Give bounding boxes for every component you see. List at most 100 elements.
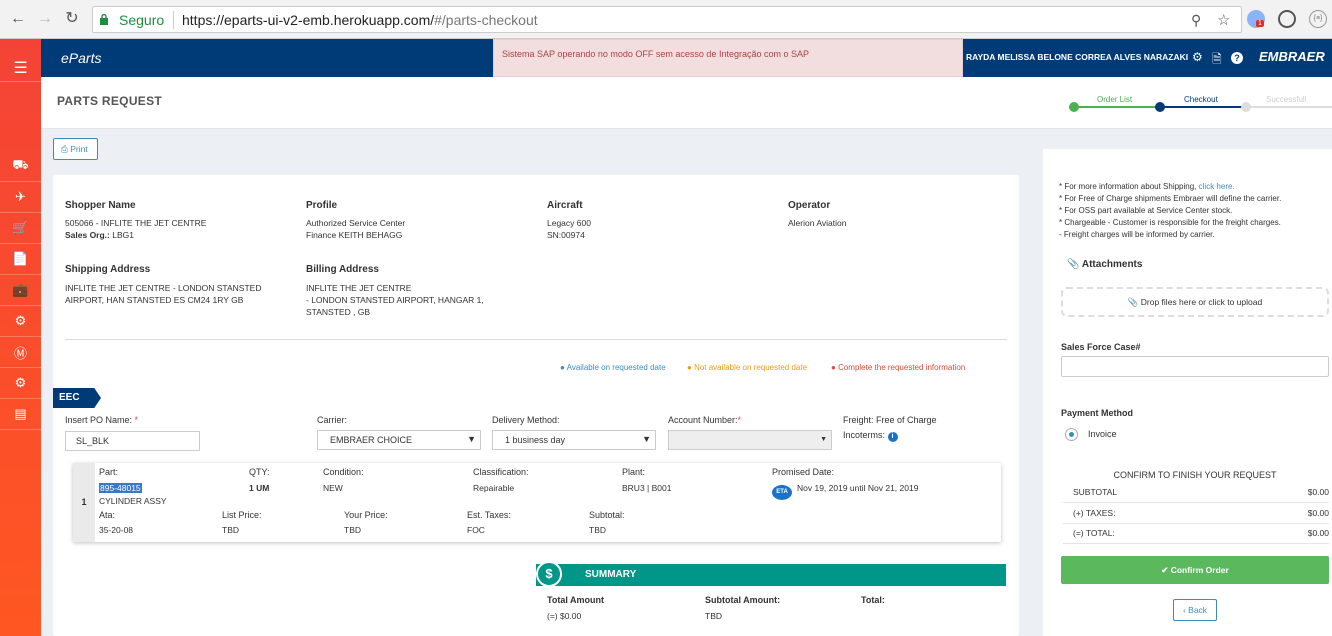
salesforce-input[interactable] (1061, 356, 1329, 377)
brand-logo: EMBRAER (1259, 49, 1325, 64)
menu-icon[interactable]: ☰ (0, 54, 41, 82)
bookmark-star-icon[interactable]: ☆ (1217, 11, 1230, 29)
print-icon: ⎙ (61, 144, 68, 154)
legend-available: ● Available on requested date (560, 363, 666, 372)
summary-header: SUMMARY (536, 564, 1006, 586)
carrier-label: Carrier: (317, 415, 348, 425)
step-order-list[interactable]: Order List (1097, 95, 1132, 104)
parts-icon[interactable]: ⚙ (0, 306, 41, 337)
legend-available-label: Available on requested date (566, 363, 666, 372)
subtotal-label: Subtotal: (589, 510, 625, 520)
billing-line1: INFLITE THE JET CENTRE (306, 283, 412, 293)
incoterms-label: Incoterms: (843, 430, 886, 440)
total-amount-value: (=) $0.00 (547, 611, 582, 621)
back-button[interactable]: ‹ Back (1173, 599, 1217, 621)
profile-line1: Authorized Service Center (306, 218, 406, 228)
address-bar[interactable]: Seguro https://eparts-ui-v2-emb.herokuap… (92, 6, 1242, 33)
document-icon[interactable]: 🗎 (1212, 50, 1222, 71)
salesforce-label: Sales Force Case# (1061, 342, 1141, 352)
condition-value: NEW (323, 483, 343, 493)
po-label-text: Insert PO Name: (65, 415, 133, 425)
taxes-label: Est. Taxes: (467, 510, 511, 520)
step-successfull: Successfull (1266, 95, 1307, 104)
file-dropzone[interactable]: 📎 Drop files here or click to upload (1061, 287, 1329, 317)
account-label-text: Account Number: (668, 415, 738, 425)
main-content: ⎙ Print Shopper Name 505066 - INFLITE TH… (41, 129, 1332, 636)
bag-icon[interactable]: 💼 (0, 275, 41, 306)
reload-icon[interactable]: ↻ (62, 9, 82, 29)
print-label: Print (70, 144, 88, 154)
profile-extension-icon[interactable] (1278, 10, 1296, 28)
total-amount-label: Total Amount (547, 595, 604, 605)
document-icon[interactable]: 📄 (0, 244, 41, 275)
click-here-link[interactable]: click here. (1199, 182, 1235, 191)
legend-not-available-label: Not available on requested date (694, 363, 808, 372)
settings-icon[interactable]: ⚙ (1192, 50, 1203, 64)
item-row: 1 Part: 895-48015 CYLINDER ASSY QTY: 1 U… (73, 463, 1001, 542)
extension-icon[interactable]: 1 (1247, 10, 1265, 28)
total-value: $0.00 (1307, 528, 1329, 538)
confirm-order-button[interactable]: ✔ Confirm Order (1061, 556, 1329, 584)
total-label: Total: (861, 595, 885, 605)
airplane-icon[interactable]: ✈ (0, 182, 41, 213)
gears-icon[interactable]: ⚙ (0, 368, 41, 399)
profile-line2: Finance KEITH BEHAGG (306, 230, 403, 240)
back-arrow-icon[interactable]: ← (8, 9, 28, 29)
total-label: (=) TOTAL: (1073, 528, 1115, 538)
app-header: eParts Sistema SAP operando no modo OFF … (41, 39, 1332, 77)
note-free: * For Free of Charge shipments Embraer w… (1059, 194, 1282, 203)
operator-label: Operator (788, 200, 831, 211)
your-price-value: TBD (344, 525, 361, 535)
url-separator (173, 11, 174, 29)
browser-toolbar: ← → ↻ Seguro https://eparts-ui-v2-emb.he… (0, 0, 1332, 39)
promised-label: Promised Date: (772, 467, 835, 477)
po-input[interactable]: SL_BLK (65, 431, 200, 451)
page-title: PARTS REQUEST (57, 94, 163, 108)
aircraft-line2: SN:00974 (547, 230, 585, 240)
list-price-value: TBD (222, 525, 239, 535)
dollar-icon[interactable]: Ⓜ (0, 337, 41, 368)
subtotal-amount-value: TBD (705, 611, 722, 621)
payment-label: Payment Method (1061, 408, 1134, 418)
carrier-select[interactable]: EMBRAER CHOICE ▼ (317, 430, 481, 450)
dropzone-label: Drop files here or click to upload (1140, 297, 1263, 307)
forward-arrow-icon[interactable]: → (35, 9, 55, 29)
print-button[interactable]: ⎙ Print (53, 138, 98, 160)
delivery-label: Delivery Method: (492, 415, 560, 425)
divider (65, 339, 1007, 340)
shipping-notes: * For more information about Shipping, c… (1059, 181, 1281, 241)
account-label: Account Number:* (668, 415, 741, 425)
info-icon[interactable]: i (887, 432, 898, 442)
promised-value: Nov 19, 2019 until Nov 21, 2019 (797, 483, 919, 493)
shipping-line2: AIRPORT, HAN STANSTED ES CM24 1RY GB (65, 295, 244, 305)
chart-icon[interactable]: ▤ (0, 399, 41, 430)
note-freight: - Freight charges will be informed by ca… (1059, 230, 1215, 239)
help-icon[interactable]: ? (1231, 52, 1243, 64)
classification-label: Classification: (473, 467, 529, 477)
invoice-label: Invoice (1088, 429, 1117, 439)
account-select[interactable]: ▼ (668, 430, 832, 450)
invoice-radio[interactable] (1065, 428, 1078, 441)
qty-label: QTY: (249, 467, 270, 477)
part-desc: CYLINDER ASSY (99, 496, 167, 506)
taxes-row: (+) TAXES: $0.00 (1063, 504, 1329, 524)
checkout-panel: * For more information about Shipping, c… (1043, 149, 1332, 636)
caret-down-icon: ▼ (642, 434, 651, 444)
back-label: Back (1188, 605, 1208, 615)
step-dot-2 (1155, 102, 1165, 112)
cart-icon[interactable]: 🛒 (0, 213, 41, 244)
app-logo[interactable]: eParts (61, 50, 101, 66)
required-mark: * (134, 415, 139, 425)
delivery-select[interactable]: 1 business day ▼ (492, 430, 656, 450)
shipping-label: Shipping Address (65, 264, 151, 275)
part-number[interactable]: 895-48015 (99, 483, 142, 493)
caret-down-icon: ▼ (467, 434, 476, 444)
note-shipping-text: * For more information about Shipping, (1059, 182, 1197, 191)
subtotal-value: $0.00 (1307, 487, 1329, 497)
secure-label: Seguro (119, 12, 165, 28)
json-extension-icon[interactable]: {≡} (1309, 10, 1327, 28)
zoom-icon[interactable]: ⚲ (1191, 12, 1201, 29)
truck-icon[interactable]: ⛟ (0, 151, 41, 182)
delivery-value: 1 business day (505, 435, 566, 445)
part-label: Part: (99, 467, 119, 477)
